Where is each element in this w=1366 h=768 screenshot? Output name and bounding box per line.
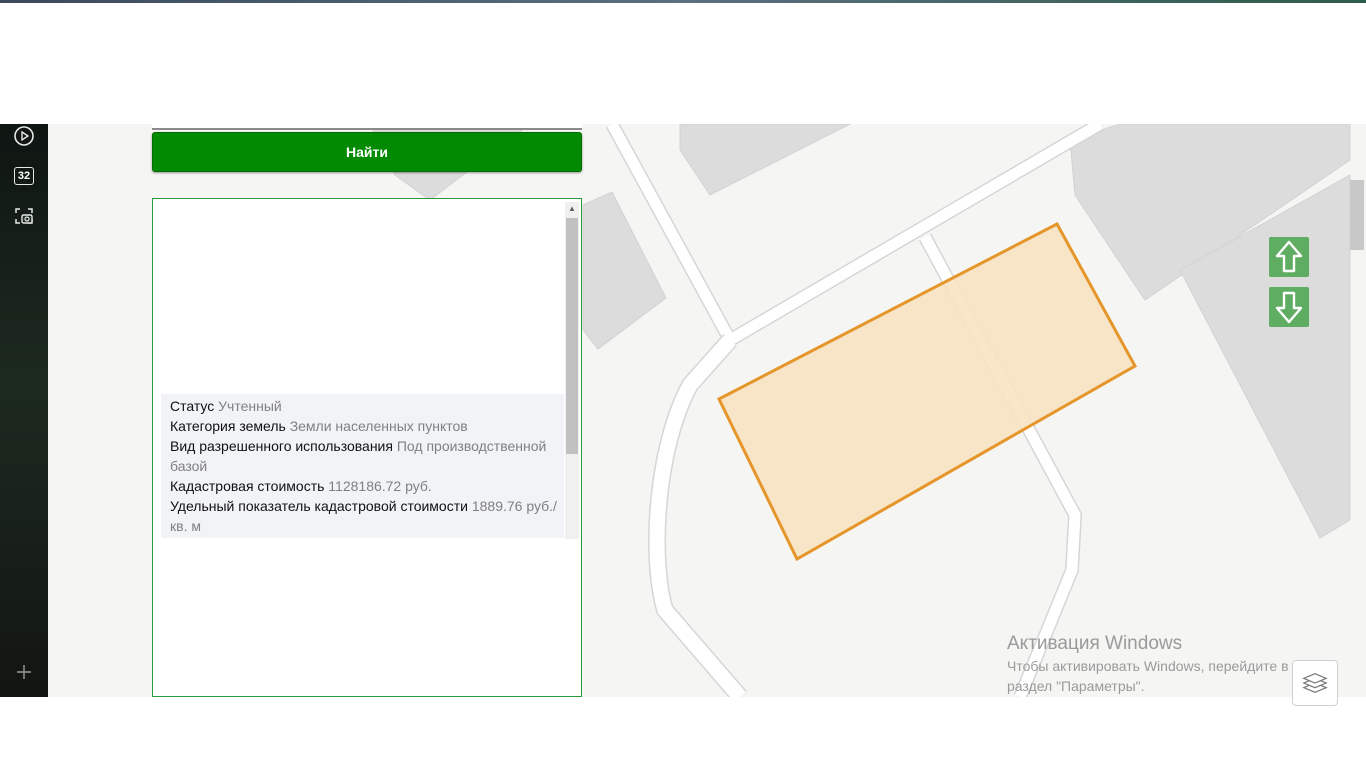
info-row-permitted-use: Вид разрешенного использования Под произ… (170, 436, 560, 476)
info-label: Вид разрешенного использования (170, 438, 393, 454)
info-label: Категория земель (170, 418, 286, 434)
play-circle-icon[interactable] (12, 124, 36, 148)
screenshot-camera-icon[interactable] (12, 204, 36, 228)
search-input[interactable] (152, 124, 582, 130)
info-value: Учтенный (218, 398, 282, 414)
badge-number-icon[interactable]: 32 (12, 164, 36, 188)
info-row-status: Статус Учтенный (170, 396, 560, 416)
watermark-title: Активация Windows (1007, 633, 1183, 654)
badge-number-label: 32 (14, 167, 34, 185)
top-blank-area (4, 3, 1366, 124)
info-row-cadastral-cost: Кадастровая стоимость 1128186.72 руб. (170, 476, 560, 496)
scroll-up-icon[interactable]: ▲ (568, 205, 576, 213)
arrow-up-icon (1275, 240, 1303, 273)
find-button[interactable]: Найти (152, 132, 582, 172)
scrollbar-thumb[interactable] (566, 218, 578, 454)
info-row-land-category: Категория земель Земли населенных пункто… (170, 416, 560, 436)
info-scrollbar[interactable]: ▲ (565, 202, 579, 539)
info-label: Кадастровая стоимость (170, 478, 325, 494)
info-value: Земли населенных пунктов (289, 418, 468, 434)
page-scrollbar-thumb[interactable] (1350, 180, 1364, 250)
bottom-blank-area (4, 697, 1366, 768)
info-row-unit-cost: Удельный показатель кадастровой стоимост… (170, 496, 560, 536)
layers-button[interactable] (1292, 660, 1338, 706)
layers-icon (1302, 673, 1328, 693)
arrow-up-button[interactable] (1269, 237, 1309, 277)
arrow-down-button[interactable] (1269, 287, 1309, 327)
plus-icon[interactable] (12, 660, 36, 684)
windows-activation-watermark: Активация Windows Чтобы активировать Win… (1007, 632, 1317, 696)
info-label: Удельный показатель кадастровой стоимост… (170, 498, 468, 514)
info-rows: Статус Учтенный Категория земель Земли н… (170, 396, 560, 536)
info-label: Статус (170, 398, 215, 414)
left-sidebar: 32 (0, 124, 48, 697)
info-scroll-area[interactable]: Статус Учтенный Категория земель Земли н… (161, 216, 564, 538)
parcel-info-panel: Статус Учтенный Категория земель Земли н… (152, 198, 582, 697)
watermark-subtitle: Чтобы активировать Windows, перейдите в … (1007, 658, 1289, 694)
info-value: 1128186.72 руб. (328, 478, 432, 494)
info-image-placeholder (161, 216, 564, 394)
arrow-down-icon (1275, 291, 1303, 324)
